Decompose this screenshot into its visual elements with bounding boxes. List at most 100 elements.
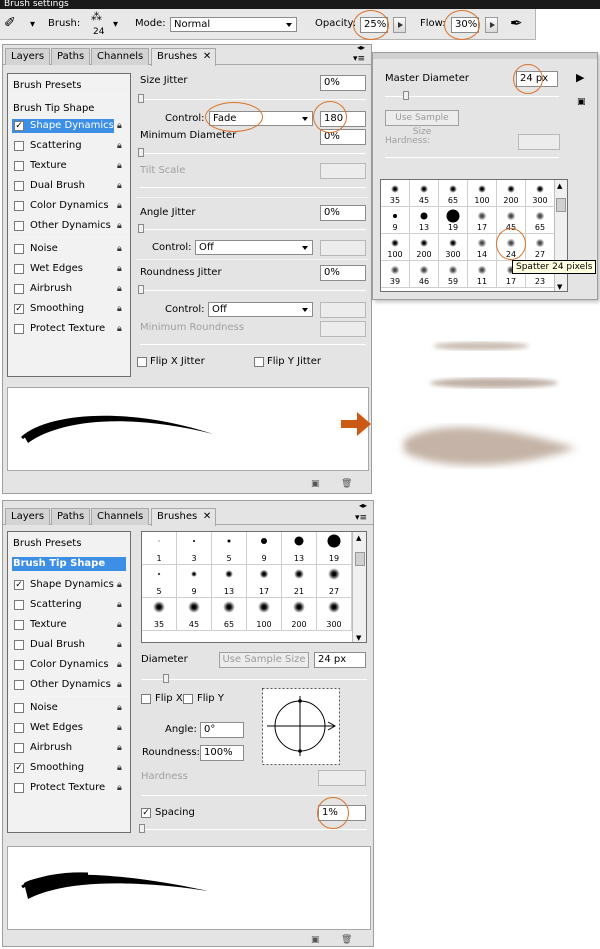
airbrush-icon[interactable]: ✒: [510, 14, 523, 32]
minimum-roundness-slider[interactable]: [140, 344, 366, 345]
lock-icon[interactable]: 🔒︎: [117, 161, 127, 171]
list-item-noise[interactable]: Noise: [30, 702, 58, 713]
brush-preset-cell[interactable]: 21: [282, 565, 317, 598]
list-item-brush-tip-shape[interactable]: Brush Tip Shape: [13, 103, 94, 114]
tab-brushes[interactable]: Brushes ✕: [151, 48, 217, 66]
hardness-slider[interactable]: [385, 157, 559, 158]
checkbox-spacing[interactable]: ✓: [141, 808, 151, 818]
brush-tip-grid[interactable]: 1 3 5 9 13 19 5 9 13 17 21 27 35 45 65 100 200 300 ▲ ▼: [141, 531, 367, 643]
panel-collapse-icon[interactable]: ◂▸: [357, 43, 365, 52]
scroll-up-arrow[interactable]: ▲: [356, 534, 361, 542]
roundness-input[interactable]: 100%: [200, 745, 244, 761]
tab-channels[interactable]: Channels: [91, 48, 150, 65]
brush-preset-cell[interactable]: 9: [381, 207, 410, 234]
tab-layers[interactable]: Layers: [5, 508, 51, 525]
brush-preset-cell[interactable]: 5: [142, 565, 177, 598]
list-item-other-dynamics[interactable]: Other Dynamics: [30, 679, 111, 690]
master-diameter-thumb[interactable]: [403, 91, 409, 100]
brush-preset-cell[interactable]: 17: [247, 565, 282, 598]
roundness-jitter-input[interactable]: 0%: [320, 265, 366, 281]
checkbox-wet-edges[interactable]: [14, 264, 24, 274]
brush-preset-cell[interactable]: 27: [526, 234, 555, 261]
hardness-input[interactable]: [318, 770, 366, 786]
list-item-noise[interactable]: Noise: [30, 243, 58, 254]
list-item-wet-edges[interactable]: Wet Edges: [30, 263, 83, 274]
lock-icon[interactable]: 🔒︎: [117, 201, 127, 211]
lock-icon[interactable]: 🔒︎: [117, 723, 127, 733]
brush-preset-cell[interactable]: 46: [410, 261, 439, 288]
scroll-down-arrow[interactable]: ▼: [557, 283, 562, 291]
tab-brushes[interactable]: Brushes ✕: [151, 508, 217, 526]
brush-preset-cell[interactable]: 35: [142, 598, 177, 631]
opacity-slider-button[interactable]: [393, 17, 406, 33]
brush-preset-cell[interactable]: 5: [212, 532, 247, 565]
angle-roundness-widget[interactable]: [262, 688, 342, 766]
brush-preset-cell[interactable]: 45: [177, 598, 212, 631]
new-preset-icon[interactable]: ▣: [311, 479, 320, 489]
minimum-diameter-slider[interactable]: [140, 153, 366, 154]
brush-preset-cell[interactable]: 45: [410, 180, 439, 207]
tab-layers[interactable]: Layers: [5, 48, 51, 65]
checkbox-color-dynamics[interactable]: [14, 660, 24, 670]
list-item-color-dynamics[interactable]: Color Dynamics: [30, 200, 109, 211]
brush-preset-cell[interactable]: 11: [468, 261, 497, 288]
checkbox-airbrush[interactable]: [14, 284, 24, 294]
brush-preset-cell[interactable]: 59: [439, 261, 468, 288]
brush-preset-cell[interactable]: 65: [526, 207, 555, 234]
minimum-diameter-thumb[interactable]: [138, 148, 144, 157]
list-item-color-dynamics[interactable]: Color Dynamics: [30, 659, 109, 670]
angle-control-steps[interactable]: [320, 240, 366, 256]
checkbox-shape-dynamics[interactable]: ✓: [14, 121, 24, 131]
brush-preset-cell[interactable]: 200: [282, 598, 317, 631]
lock-icon[interactable]: 🔒︎: [117, 284, 127, 294]
tab-paths[interactable]: Paths: [51, 48, 91, 65]
list-item-scattering[interactable]: Scattering: [30, 140, 82, 151]
size-jitter-slider[interactable]: [140, 99, 366, 100]
tip-grid-scrollbar[interactable]: ▲ ▼: [352, 532, 366, 642]
checkbox-other-dynamics[interactable]: [14, 221, 24, 231]
checkbox-flip-y[interactable]: [183, 694, 193, 704]
lock-icon[interactable]: 🔒︎: [117, 264, 127, 274]
brush-preset-cell[interactable]: 19: [439, 207, 468, 234]
lock-icon[interactable]: 🔒︎: [117, 783, 127, 793]
mode-select[interactable]: Normal: [170, 17, 297, 32]
tab-channels[interactable]: Channels: [91, 508, 150, 525]
picker-menu-icon[interactable]: ▶: [576, 71, 584, 84]
brush-preset-cell[interactable]: 100: [381, 234, 410, 261]
brush-preset-cell[interactable]: 200: [410, 234, 439, 261]
brush-preset-cell[interactable]: 3: [177, 532, 212, 565]
list-item-brush-presets[interactable]: Brush Presets: [13, 80, 81, 91]
trash-icon[interactable]: 🗑︎: [341, 479, 352, 489]
hardness-slider[interactable]: [141, 795, 367, 796]
angle-jitter-thumb[interactable]: [138, 224, 144, 233]
checkbox-texture[interactable]: [14, 161, 24, 171]
brush-preset-cell[interactable]: 300: [317, 598, 352, 631]
lock-icon[interactable]: 🔒︎: [117, 324, 127, 334]
lock-icon[interactable]: 🔒︎: [117, 600, 127, 610]
lock-icon[interactable]: 🔒︎: [117, 703, 127, 713]
lock-icon[interactable]: 🔒︎: [117, 763, 127, 773]
brush-preset-cell[interactable]: 27: [317, 565, 352, 598]
lock-icon[interactable]: 🔒︎: [117, 181, 127, 191]
checkbox-scattering[interactable]: [14, 141, 24, 151]
list-item-protect-texture[interactable]: Protect Texture: [30, 782, 105, 793]
checkbox-color-dynamics[interactable]: [14, 201, 24, 211]
brush-preset-cell[interactable]: 1: [142, 532, 177, 565]
brush-preset-cell[interactable]: 200: [497, 180, 526, 207]
spacing-slider[interactable]: [141, 829, 367, 830]
diameter-input[interactable]: 24 px: [314, 652, 366, 668]
new-preset-icon[interactable]: ▣: [311, 935, 320, 945]
brush-preset-cell[interactable]: 35: [381, 180, 410, 207]
master-diameter-slider[interactable]: [385, 96, 559, 97]
brush-preset-cell[interactable]: 13: [282, 532, 317, 565]
save-preset-icon[interactable]: ▣: [577, 97, 586, 107]
checkbox-wet-edges[interactable]: [14, 723, 24, 733]
minimum-roundness-input[interactable]: [320, 321, 366, 337]
tilt-scale-slider[interactable]: [140, 187, 366, 188]
brush-preset-cell[interactable]: 13: [410, 207, 439, 234]
panel-menu-icon[interactable]: ▾≡: [355, 513, 367, 523]
checkbox-flip-y-jitter[interactable]: [254, 357, 264, 367]
tab-paths[interactable]: Paths: [51, 508, 91, 525]
lock-icon[interactable]: 🔒︎: [117, 304, 127, 314]
use-sample-size-button[interactable]: Use Sample Size: [385, 110, 459, 137]
